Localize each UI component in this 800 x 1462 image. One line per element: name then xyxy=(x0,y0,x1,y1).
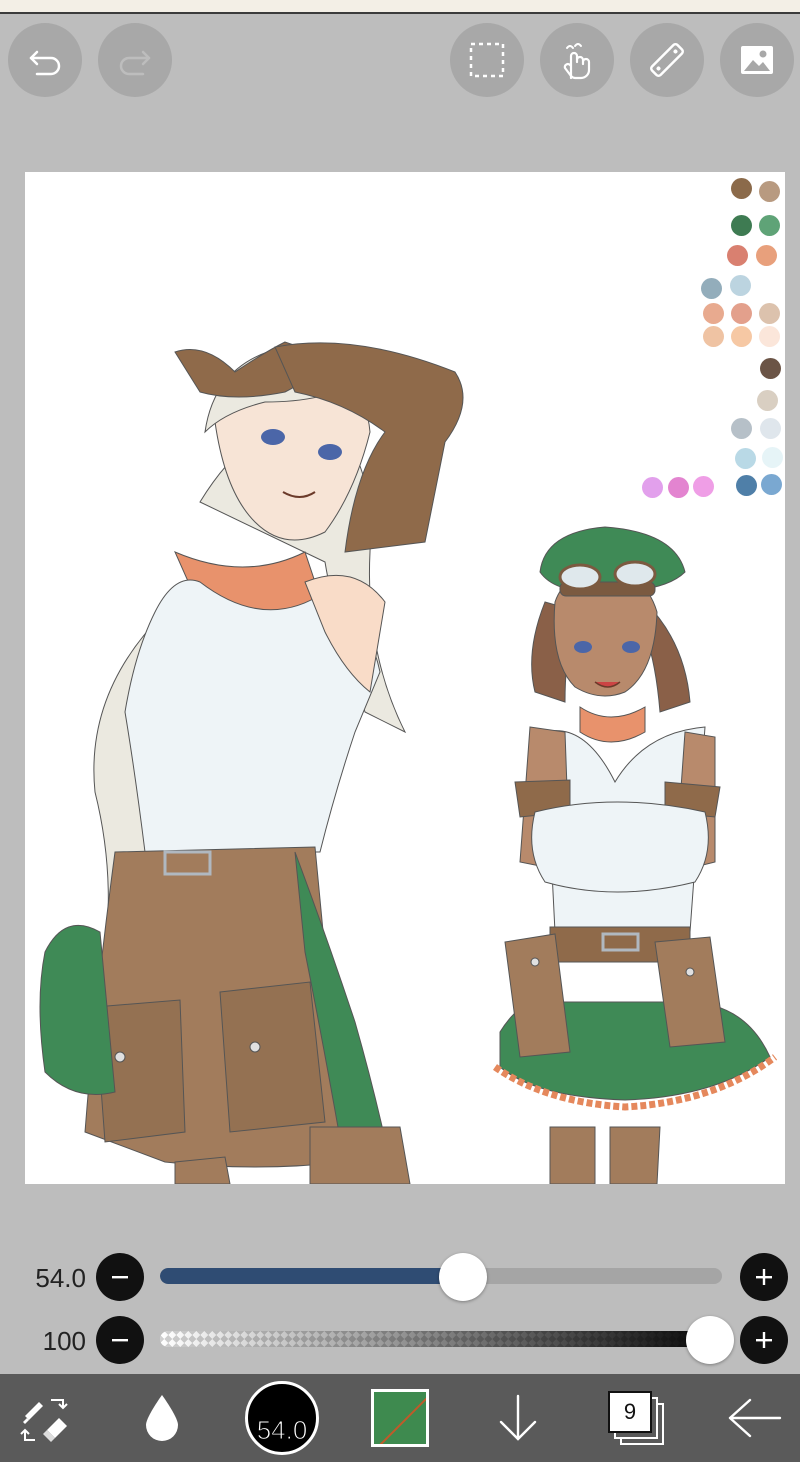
brush-size-button[interactable]: 54.0 xyxy=(244,1374,320,1462)
ruler-button[interactable] xyxy=(630,23,704,97)
palette-swatch[interactable] xyxy=(736,475,757,496)
plus-icon xyxy=(756,1332,772,1348)
palette-swatch[interactable] xyxy=(759,303,780,324)
palette-swatch[interactable] xyxy=(642,477,663,498)
image-icon xyxy=(741,46,773,74)
current-color-swatch xyxy=(371,1389,429,1447)
artwork-illustration xyxy=(39,341,778,1184)
layer-count: 9 xyxy=(608,1391,652,1433)
brush-size-thumb[interactable] xyxy=(439,1253,488,1301)
palette-swatch[interactable] xyxy=(731,178,752,199)
brush-size-value: 54.0 xyxy=(35,1263,86,1293)
palette-swatch[interactable] xyxy=(735,448,756,469)
gallery-button[interactable] xyxy=(720,23,794,97)
palette-swatch[interactable] xyxy=(759,326,780,347)
selection-icon xyxy=(469,42,505,78)
undo-button[interactable] xyxy=(8,23,82,97)
palette-swatch[interactable] xyxy=(759,181,780,202)
opacity-thumb[interactable] xyxy=(686,1316,734,1364)
tool-switch-button[interactable] xyxy=(10,1374,80,1462)
back-button[interactable] xyxy=(722,1374,786,1462)
palette-swatch[interactable] xyxy=(757,390,778,411)
palette-swatch[interactable] xyxy=(731,326,752,347)
brush-eraser-swap-icon xyxy=(20,1399,68,1442)
brush-size-slider-row: 54.0 xyxy=(0,1253,800,1303)
palette-swatch[interactable] xyxy=(693,476,714,497)
palette-swatch[interactable] xyxy=(668,477,689,498)
drawing-canvas[interactable] xyxy=(25,172,785,1184)
brush-size-label: 54.0 xyxy=(256,1415,308,1446)
left-character xyxy=(39,341,464,1184)
brush-size-decrease-button[interactable] xyxy=(96,1253,144,1301)
palette-swatch[interactable] xyxy=(760,418,781,439)
palette-swatch[interactable] xyxy=(730,275,751,296)
download-button[interactable] xyxy=(490,1374,546,1462)
palette-swatch[interactable] xyxy=(759,215,780,236)
right-character xyxy=(492,526,778,1184)
opacity-gradient xyxy=(160,1331,730,1347)
plus-icon xyxy=(756,1269,772,1285)
layers-stack-icon: 9 xyxy=(608,1391,664,1445)
layers-button[interactable]: 9 xyxy=(606,1374,666,1462)
palette-swatch[interactable] xyxy=(760,358,781,379)
brush-size-fill xyxy=(160,1268,484,1284)
brush-preview: 54.0 xyxy=(245,1381,319,1455)
palette-swatch[interactable] xyxy=(703,303,724,324)
status-bar xyxy=(0,0,800,14)
palette-swatch[interactable] xyxy=(701,278,722,299)
hand-icon xyxy=(563,43,591,80)
palette-swatch[interactable] xyxy=(703,326,724,347)
palette-swatch[interactable] xyxy=(761,474,782,495)
selection-button[interactable] xyxy=(450,23,524,97)
opacity-decrease-button[interactable] xyxy=(96,1316,144,1364)
opacity-track[interactable] xyxy=(160,1331,730,1347)
redo-button[interactable] xyxy=(98,23,172,97)
redo-icon xyxy=(119,50,151,76)
water-drop-icon xyxy=(146,1395,178,1441)
palette-swatch[interactable] xyxy=(727,245,748,266)
hand-tool-button[interactable] xyxy=(540,23,614,97)
arrow-down-icon xyxy=(499,1394,537,1441)
palette-swatch[interactable] xyxy=(731,215,752,236)
opacity-value: 100 xyxy=(42,1326,86,1356)
palette-swatch[interactable] xyxy=(762,447,783,468)
arrow-left-icon xyxy=(728,1398,782,1438)
minus-icon xyxy=(112,1339,128,1342)
opacity-increase-button[interactable] xyxy=(740,1316,788,1364)
palette-swatch[interactable] xyxy=(731,303,752,324)
brush-size-increase-button[interactable] xyxy=(740,1253,788,1301)
color-button[interactable] xyxy=(368,1374,432,1462)
palette-swatch[interactable] xyxy=(731,418,752,439)
dropper-button[interactable] xyxy=(130,1374,194,1462)
opacity-slider-row: 100 xyxy=(0,1316,800,1366)
undo-icon xyxy=(29,50,61,76)
color-slash xyxy=(377,1392,426,1444)
ruler-icon xyxy=(650,43,684,77)
minus-icon xyxy=(112,1276,128,1279)
palette-swatch[interactable] xyxy=(756,245,777,266)
bottom-toolbar: 54.0 9 xyxy=(0,1374,800,1462)
